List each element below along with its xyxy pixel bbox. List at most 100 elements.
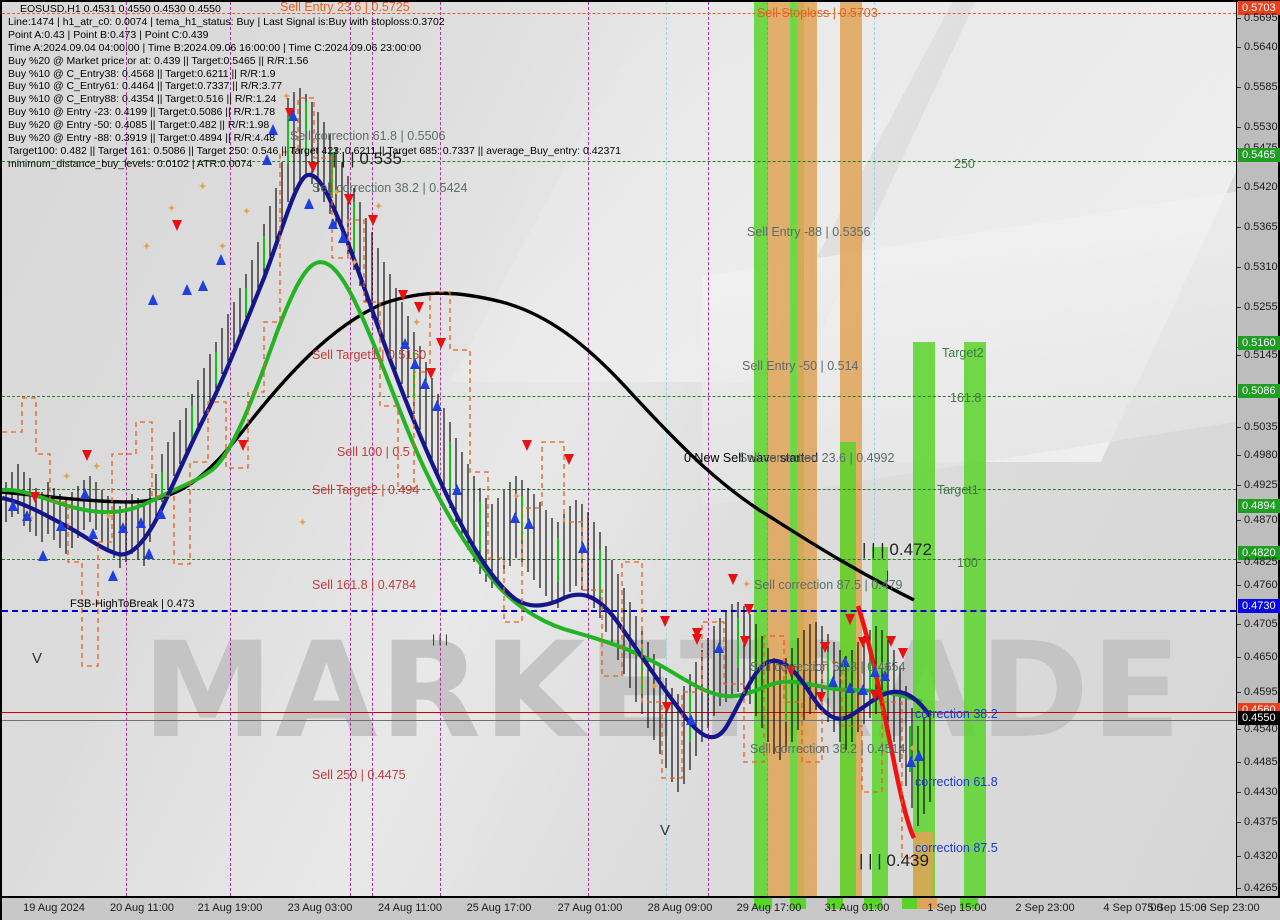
- price-tick: 0.4265: [1237, 882, 1280, 895]
- buy-arrow-icon: [118, 522, 128, 533]
- price-tag: 0.4894: [1238, 499, 1280, 513]
- price-tick: 0.5695: [1237, 12, 1280, 25]
- star-marker-icon: ✦: [412, 317, 422, 329]
- buy-arrow-icon: [216, 254, 226, 265]
- info-line: minimum_distance_buy_levels: 0.0102 | AT…: [8, 157, 253, 170]
- sell-entry-50: Sell Entry -50 | 0.514: [742, 359, 859, 373]
- price-tag: 0.5160: [1238, 336, 1280, 350]
- watermark-text: MARKETRADE: [142, 614, 1184, 768]
- session-bar-green-1: [754, 2, 768, 896]
- target1618-line: [2, 396, 1236, 397]
- sell-250: Sell 250 | 0.4475: [312, 768, 406, 782]
- target1: Target1: [937, 483, 979, 497]
- buy-arrow-icon: [108, 570, 118, 581]
- time-scale[interactable]: 19 Aug 2024 20 Aug 11:00 21 Aug 19:00 23 Au…: [0, 898, 1260, 920]
- buy-arrow-icon: [452, 484, 462, 495]
- sell-arrow-icon: [30, 492, 40, 503]
- sell-correction-875: Sell correction 87.5 | 0.479: [754, 578, 903, 592]
- buy-arrow-icon: [148, 294, 158, 305]
- buy-arrow-icon: [304, 198, 314, 209]
- price-tag: 0.5465: [1238, 148, 1280, 162]
- buy-arrow-icon: [510, 512, 520, 523]
- info-lines: Line:1474 | h1_atr_c0: 0.0074 | tema_h1_…: [8, 16, 621, 171]
- fsb-hightobreak: FSB-HighToBreak | 0.473: [70, 598, 195, 610]
- buy-arrow-icon: [156, 508, 166, 519]
- star-marker-icon: ✦: [374, 201, 384, 213]
- time-tick: 19 Aug 2024: [23, 902, 85, 914]
- target2: Target2: [942, 346, 984, 360]
- tick-marker-icon: | | |: [432, 632, 449, 646]
- price-tick: 0.5640: [1237, 41, 1280, 54]
- sell-arrow-icon: [398, 290, 408, 301]
- star-marker-icon: ✦: [218, 241, 228, 253]
- buy-arrow-icon: [338, 232, 348, 243]
- price-marker-0439: | | | 0.439: [859, 851, 929, 870]
- session-bar-orange-2: [797, 2, 817, 896]
- buy-arrow-icon: [432, 400, 442, 411]
- v-marker-icon: V: [660, 822, 671, 839]
- price-scale[interactable]: 0.57030.56950.56400.55850.55300.54750.54…: [1236, 0, 1280, 898]
- buy-arrow-icon: [136, 517, 146, 528]
- buy-arrow-icon: [914, 750, 924, 761]
- buy-arrow-icon: [858, 684, 868, 695]
- correction-618: correction 61.8: [915, 775, 998, 789]
- target100-line: [2, 489, 1236, 490]
- sell-arrow-icon: [740, 636, 750, 647]
- buy-arrow-icon: [198, 280, 208, 291]
- buy-arrow-icon: [8, 500, 18, 511]
- buy-arrow-icon: [524, 518, 534, 529]
- star-marker-icon: ✦: [298, 517, 308, 529]
- buy-arrow-icon: [845, 682, 855, 693]
- price-tag: 0.4730: [1238, 599, 1280, 613]
- sell-level-line: [2, 559, 1236, 560]
- sell-arrow-icon: [662, 702, 672, 713]
- star-marker-icon: ✦: [92, 461, 102, 473]
- sell-arrow-icon: [82, 450, 92, 461]
- info-line: Buy %10 @ C_Entry61: 0.4464 || Target:0.…: [8, 80, 283, 93]
- price-tag: 0.5086: [1238, 384, 1280, 398]
- sell-arrow-icon: [744, 604, 754, 615]
- buy-arrow-icon: [22, 510, 32, 521]
- price-tick: 0.4760: [1237, 579, 1280, 592]
- star-marker-icon: ✦: [650, 681, 660, 693]
- chart-window[interactable]: MARKETRADE ✦ ✦ ✦ ✦ ✦ ✦ ✦ ✦ ✦ ✦ ✦ ✦ ✦ ✦ ✦…: [0, 0, 1280, 920]
- buy-arrow-icon: [182, 284, 192, 295]
- session-bar-green-4: [872, 547, 888, 896]
- price-tick: 0.4705: [1237, 618, 1280, 631]
- sell-correction-236: Sell correction 23.6 | 0.4992: [739, 451, 895, 465]
- star-marker-icon: ✦: [350, 257, 360, 269]
- sell-correction-382-low: Sell correction 38.2 | 0.4514: [750, 742, 906, 756]
- buy-arrow-icon: [420, 378, 430, 389]
- sell-stoploss: Sell Stoploss | 0.5703: [757, 6, 878, 20]
- buy-arrow-icon: [328, 218, 338, 229]
- price-tick: 0.4650: [1237, 651, 1280, 664]
- session-bar-green-5: [913, 342, 935, 896]
- chart-plot-area[interactable]: MARKETRADE ✦ ✦ ✦ ✦ ✦ ✦ ✦ ✦ ✦ ✦ ✦ ✦ ✦ ✦ ✦…: [0, 0, 1236, 898]
- sell-100: Sell 100 | 0.5: [337, 445, 410, 459]
- sell-arrow-icon: [660, 616, 670, 627]
- bid-line: [2, 712, 1236, 713]
- price-tick: 0.4870: [1237, 514, 1280, 527]
- tape-green-5: [902, 898, 918, 909]
- price-tick: 0.4320: [1237, 850, 1280, 863]
- buy-arrow-icon: [828, 676, 838, 687]
- sell-arrow-icon: [344, 194, 354, 205]
- level-100: 100: [957, 556, 978, 570]
- buy-arrow-icon: [38, 550, 48, 561]
- sell-arrow-icon: [898, 648, 908, 659]
- sell-arrow-icon: [728, 574, 738, 585]
- time-tick: 21 Aug 19:00: [197, 902, 263, 914]
- buy-arrow-icon: [80, 488, 90, 499]
- price-tick: 0.4485: [1237, 756, 1280, 769]
- buy-arrow-icon: [686, 714, 696, 725]
- time-tick: 27 Aug 01:00: [557, 902, 623, 914]
- sell-arrow-icon: [845, 614, 855, 625]
- sell-target2: Sell Target2 | 0.494: [312, 483, 420, 497]
- buy-arrow-icon: [88, 528, 98, 539]
- level-1618: 161.8: [950, 391, 982, 405]
- time-tick: 1 Sep 15:00: [927, 902, 987, 914]
- price-tick: 0.5145: [1237, 349, 1280, 362]
- time-tick: 23 Aug 03:00: [287, 902, 353, 914]
- price-tick: 0.4925: [1237, 479, 1280, 492]
- sell-arrow-icon: [172, 220, 182, 231]
